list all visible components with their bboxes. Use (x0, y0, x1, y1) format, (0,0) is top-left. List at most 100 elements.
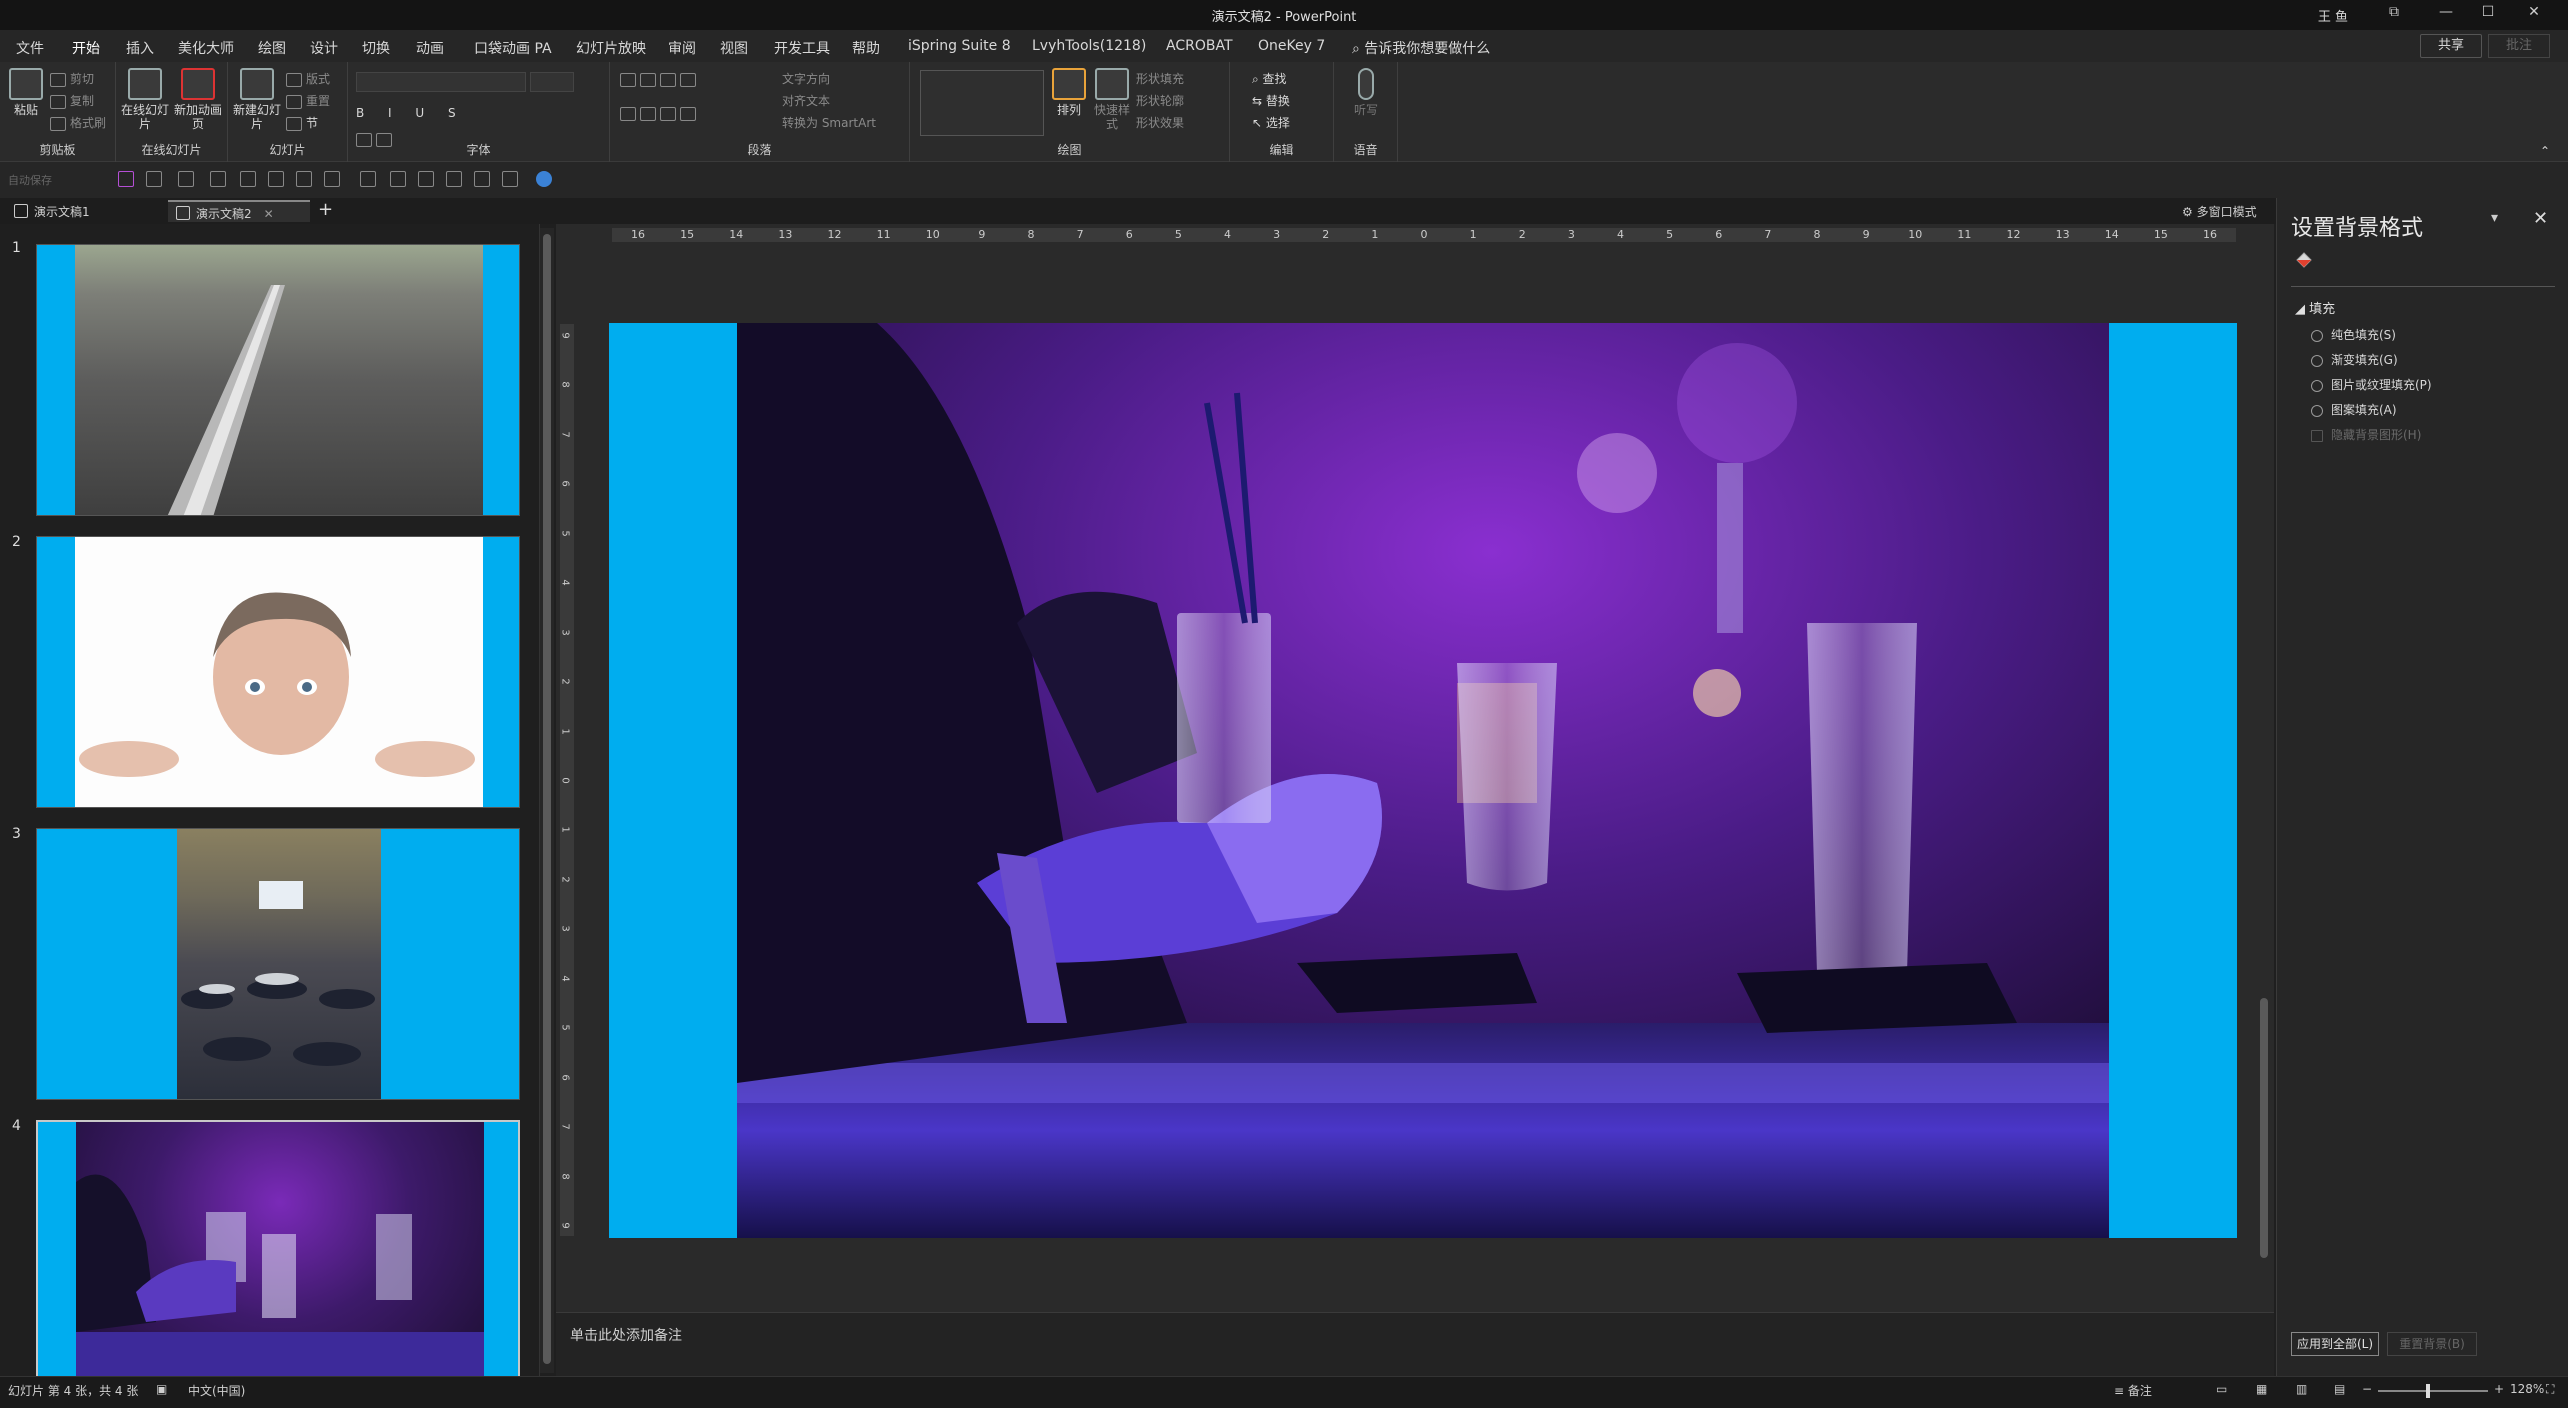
tab-home[interactable]: 开始 (72, 38, 100, 65)
maximize-button[interactable]: ☐ (2468, 4, 2508, 26)
reset-button[interactable]: 重置 (286, 92, 330, 109)
zoom-out-icon[interactable]: − (2362, 1382, 2372, 1396)
shapes-gallery[interactable] (920, 70, 1044, 136)
slide-thumbnail-3[interactable] (36, 828, 520, 1100)
tell-me-search[interactable]: ⌕ 告诉我你想要做什么 (1352, 38, 1490, 58)
group-icon[interactable] (296, 171, 312, 187)
font-name-combobox[interactable] (356, 72, 526, 92)
scrollbar-thumb[interactable] (2260, 998, 2268, 1258)
copy-button[interactable]: 复制 (50, 92, 94, 109)
share-button[interactable]: 共享 (2420, 34, 2482, 58)
close-button[interactable]: ✕ (2514, 4, 2554, 26)
slide-sorter-icon[interactable]: ▦ (2256, 1382, 2267, 1396)
tab-ispring[interactable]: iSpring Suite 8 (908, 38, 1011, 54)
tab-view[interactable]: 视图 (720, 38, 748, 58)
zoom-slider[interactable] (2378, 1390, 2488, 1392)
align-left-icon[interactable] (446, 171, 462, 187)
audio-icon[interactable] (324, 171, 340, 187)
reading-view-icon[interactable]: ▥ (2296, 1382, 2307, 1396)
convert-smartart-button[interactable]: 转换为 SmartArt (782, 114, 876, 131)
tab-beautify[interactable]: 美化大师 (178, 38, 234, 58)
tab-developer[interactable]: 开发工具 (774, 38, 830, 58)
zoom-slider-thumb[interactable] (2426, 1384, 2430, 1398)
tab-file[interactable]: 文件 (16, 38, 44, 58)
zoom-level[interactable]: 128% (2510, 1382, 2544, 1396)
save-icon[interactable] (118, 171, 134, 187)
font-format-buttons[interactable]: B I U S (356, 106, 466, 120)
language-indicator[interactable]: 中文(中国) (188, 1382, 245, 1399)
shape-fill-button[interactable]: 形状填充 (1136, 70, 1184, 87)
online-slides-button[interactable]: 在线幻灯片 (120, 68, 170, 131)
slide-thumbnail-4[interactable] (36, 1120, 520, 1392)
tab-help[interactable]: 帮助 (852, 38, 880, 58)
tab-lvyhtools[interactable]: LvyhTools(1218) (1032, 38, 1146, 54)
align-top-icon[interactable] (390, 171, 406, 187)
scrollbar-thumb[interactable] (543, 234, 551, 1364)
thumbnail-scrollbar[interactable] (540, 228, 554, 1373)
section-button[interactable]: 节 (286, 114, 318, 131)
tab-onekey[interactable]: OneKey 7 (1258, 38, 1325, 54)
color-picker-icon[interactable] (536, 171, 552, 187)
font-size-combobox[interactable] (530, 72, 574, 92)
doc-tab-1[interactable]: 演示文稿1 (6, 200, 166, 222)
fill-bucket-icon[interactable] (2293, 250, 2315, 272)
tab-insert[interactable]: 插入 (126, 38, 154, 58)
tab-transitions[interactable]: 切换 (362, 38, 390, 58)
bar-drinks-photo[interactable] (737, 323, 2109, 1238)
multi-window-toggle[interactable]: ⚙ 多窗口模式 (2182, 203, 2257, 220)
tab-animations[interactable]: 动画 (416, 38, 444, 58)
tab-design[interactable]: 设计 (310, 38, 338, 58)
minimize-button[interactable]: — (2426, 4, 2466, 26)
format-painter-button[interactable]: 格式刷 (50, 114, 106, 131)
slideshow-icon[interactable]: ▤ (2334, 1382, 2345, 1396)
slide-thumbnail-2[interactable] (36, 536, 520, 808)
gradient-fill-option[interactable]: 渐变填充(G) (2311, 351, 2398, 368)
close-tab-icon[interactable]: ✕ (264, 207, 274, 221)
align-icon[interactable] (240, 171, 256, 187)
arrange-button[interactable]: 排列 (1050, 68, 1088, 117)
shape-effects-button[interactable]: 形状效果 (1136, 114, 1184, 131)
quick-styles-button[interactable]: 快速样式 (1092, 68, 1132, 131)
collapse-ribbon-icon[interactable]: ⌃ (2540, 144, 2550, 158)
tab-pocket-animation[interactable]: 口袋动画 PA (474, 38, 552, 58)
replace-button[interactable]: ⇆ 替换 (1252, 92, 1290, 109)
hide-background-graphics-checkbox[interactable]: 隐藏背景图形(H) (2311, 426, 2421, 443)
select-button[interactable]: ↖ 选择 (1252, 114, 1290, 131)
tab-review[interactable]: 审阅 (668, 38, 696, 58)
alignment-buttons[interactable] (620, 106, 700, 121)
text-direction-button[interactable]: 文字方向 (782, 70, 830, 87)
align-text-button[interactable]: 对齐文本 (782, 92, 830, 109)
distribute-icon[interactable] (360, 171, 376, 187)
notes-placeholder[interactable]: 单击此处添加备注 (570, 1325, 682, 1345)
slide-thumbnail-1[interactable] (36, 244, 520, 516)
doc-tab-2[interactable]: 演示文稿2 ✕ (168, 200, 310, 222)
picture-fill-option[interactable]: 图片或纹理填充(P) (2311, 376, 2432, 393)
new-slide-button[interactable]: 新建幻灯片 (232, 68, 282, 131)
reset-background-button[interactable]: 重置背景(B) (2387, 1332, 2477, 1356)
presenter-icon[interactable] (210, 171, 226, 187)
new-animation-page-button[interactable]: 新加动画页 (172, 68, 224, 131)
current-slide[interactable] (609, 323, 2237, 1238)
autosave-toggle[interactable]: 自动保存 (8, 172, 52, 188)
bring-forward-icon[interactable] (474, 171, 490, 187)
find-button[interactable]: ⌕ 查找 (1252, 70, 1287, 87)
zoom-in-icon[interactable]: + (2494, 1382, 2504, 1396)
fit-to-window-icon[interactable]: ⛶ (2546, 1382, 2554, 1397)
bullets-button[interactable] (620, 72, 700, 87)
ribbon-display-icon[interactable]: ⧉ (2374, 4, 2414, 26)
solid-fill-option[interactable]: 纯色填充(S) (2311, 326, 2396, 343)
close-icon[interactable]: ✕ (2533, 208, 2548, 229)
notes-pane[interactable]: 单击此处添加备注 (556, 1312, 2274, 1376)
send-backward-icon[interactable] (502, 171, 518, 187)
crop-icon[interactable] (268, 171, 284, 187)
fill-section-header[interactable]: ◢ 填充 (2295, 298, 2335, 317)
cut-button[interactable]: 剪切 (50, 70, 94, 87)
editor-scrollbar[interactable] (2256, 228, 2272, 1308)
layout-button[interactable]: 版式 (286, 70, 330, 87)
apply-to-all-button[interactable]: 应用到全部(L) (2291, 1332, 2379, 1356)
tab-draw[interactable]: 绘图 (258, 38, 286, 58)
align-bottom-icon[interactable] (418, 171, 434, 187)
paste-button[interactable]: 粘贴 (6, 68, 46, 117)
new-tab-button[interactable]: + (318, 199, 333, 220)
tab-slideshow[interactable]: 幻灯片放映 (576, 38, 646, 58)
